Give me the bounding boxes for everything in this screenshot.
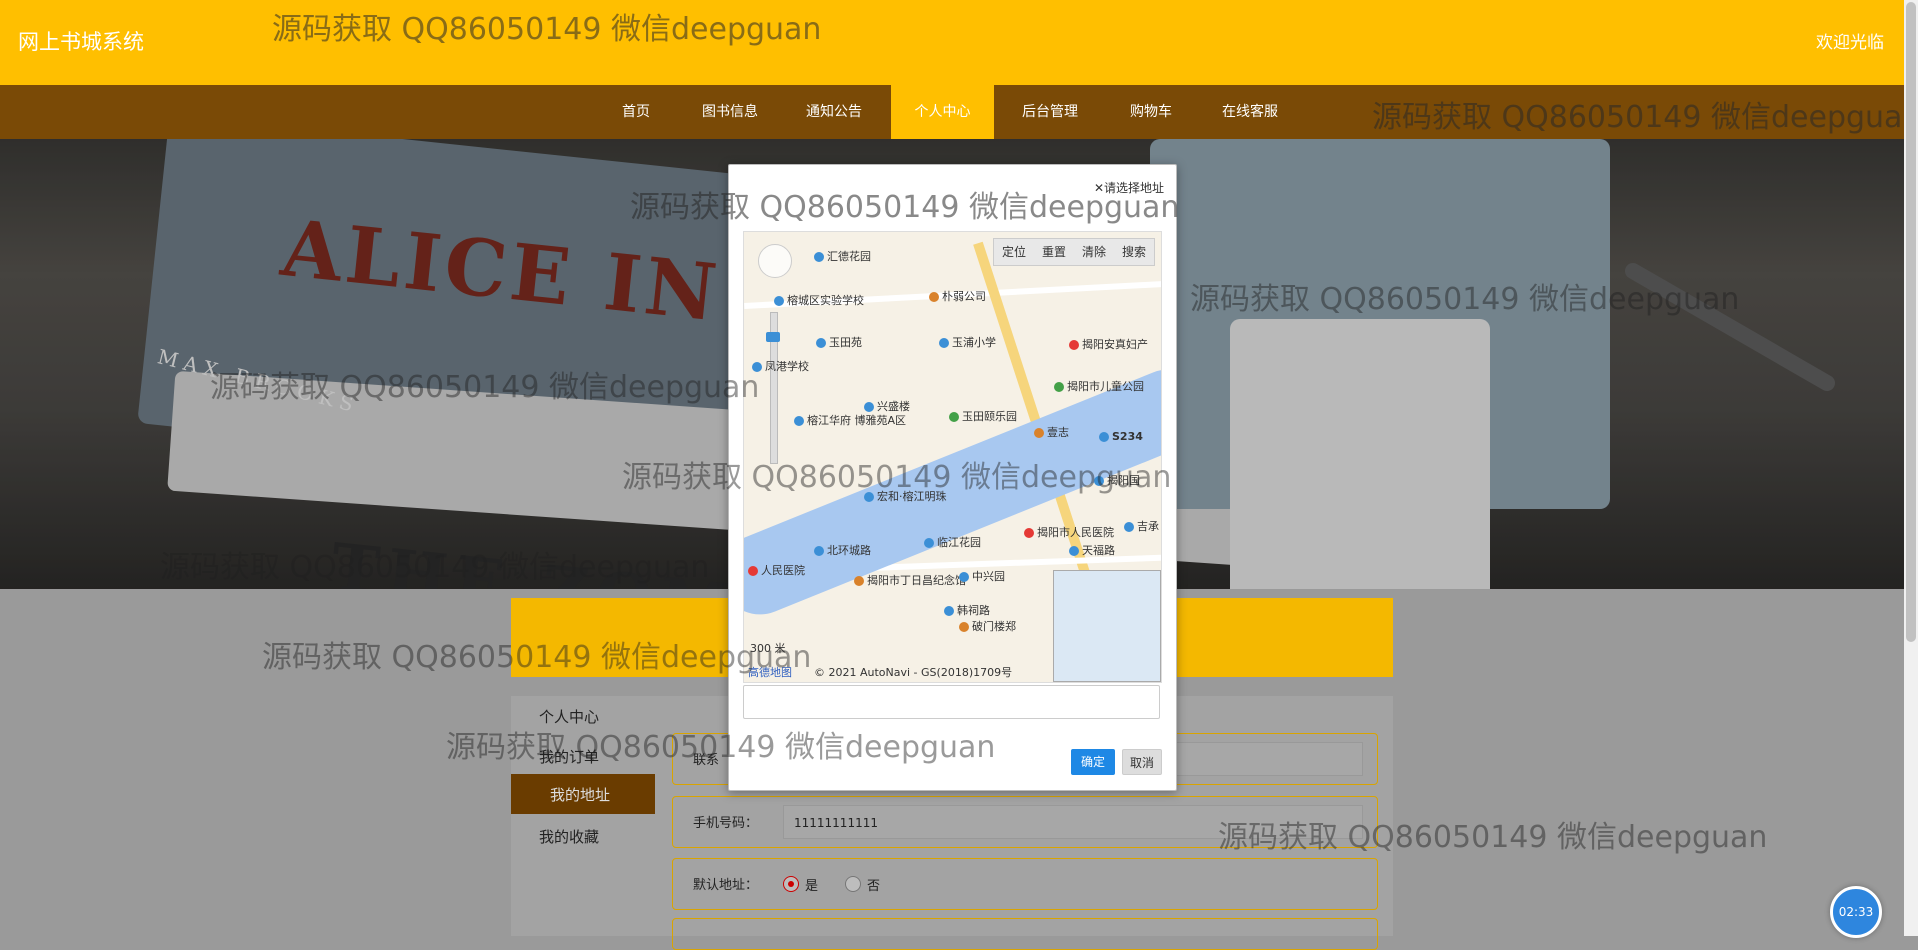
- map-poi[interactable]: 壹志: [1034, 424, 1069, 440]
- nav-personal-center[interactable]: 个人中心: [891, 85, 994, 139]
- map-poi[interactable]: 汇德花园: [814, 248, 871, 264]
- nav-home[interactable]: 首页: [606, 85, 666, 139]
- welcome-text: 欢迎光临: [1816, 33, 1884, 53]
- nav-cart[interactable]: 购物车: [1111, 85, 1191, 139]
- default-address-row: 默认地址： 是 否: [672, 858, 1378, 910]
- map-poi[interactable]: 揭阳市儿童公园: [1054, 378, 1144, 394]
- watermark: 源码获取 QQ86050149 微信deepguan: [262, 640, 812, 675]
- watermark: 源码获取 QQ86050149 微信deepguan: [1218, 820, 1768, 855]
- sidebar-item-address-label: 我的地址: [550, 786, 611, 804]
- page-scrollbar[interactable]: [1904, 0, 1918, 936]
- watermark: 源码获取 QQ86050149 微信deepguan: [630, 190, 1180, 225]
- map-toolbar: 定位 重置 清除 搜索: [992, 238, 1155, 266]
- cancel-button[interactable]: 取消: [1122, 749, 1162, 775]
- default-no-label: 否: [867, 879, 881, 894]
- map-poi[interactable]: 凤港学校: [752, 358, 809, 374]
- map-poi[interactable]: 吉承: [1124, 518, 1159, 534]
- map-reset-button[interactable]: 重置: [1034, 239, 1074, 265]
- map-search-button[interactable]: 搜索: [1114, 239, 1154, 265]
- map-poi[interactable]: 人民医院: [748, 562, 805, 578]
- scrollbar-thumb[interactable]: [1906, 2, 1916, 642]
- map-poi[interactable]: 玉浦小学: [939, 334, 996, 350]
- map-poi[interactable]: 揭阳市丁日昌纪念馆: [854, 572, 966, 588]
- confirm-button[interactable]: 确定: [1071, 749, 1115, 775]
- map-poi[interactable]: 韩祠路: [944, 602, 990, 618]
- default-yes-radio[interactable]: [783, 876, 799, 892]
- map-minimap[interactable]: [1053, 570, 1161, 682]
- map-poi[interactable]: 玉田苑: [816, 334, 862, 350]
- phone-label: 手机号码：: [693, 816, 759, 831]
- map-poi[interactable]: 玉田颐乐园: [949, 408, 1017, 424]
- nav-admin[interactable]: 后台管理: [1010, 85, 1090, 139]
- map-poi[interactable]: 朴弱公司: [929, 288, 986, 304]
- map-poi[interactable]: 榕江华府 博雅苑A区: [794, 412, 906, 428]
- map-poi[interactable]: 破门楼郑: [959, 618, 1016, 634]
- watermark: 源码获取 QQ86050149 微信deepguan: [160, 550, 710, 585]
- nav-books[interactable]: 图书信息: [690, 85, 770, 139]
- watermark: 源码获取 QQ86050149 微信deepguan: [1372, 100, 1918, 135]
- map-poi[interactable]: 揭阳市人民医院: [1024, 524, 1114, 540]
- map-road-label: S234: [1099, 430, 1143, 443]
- map-pan-control[interactable]: [758, 244, 792, 278]
- map-poi[interactable]: 临江花园: [924, 534, 981, 550]
- default-yes-label: 是: [805, 879, 819, 894]
- map-poi[interactable]: 榕城区实验学校: [774, 292, 864, 308]
- watermark: 源码获取 QQ86050149 微信deepguan: [1190, 282, 1740, 317]
- map-locate-button[interactable]: 定位: [994, 239, 1034, 265]
- address-input[interactable]: [743, 685, 1160, 719]
- sidebar-item-favorites[interactable]: 我的收藏: [539, 826, 599, 847]
- map-poi[interactable]: 中兴园: [959, 568, 1005, 584]
- map-zoom-handle[interactable]: [766, 332, 780, 342]
- map-copyright: © 2021 AutoNavi - GS(2018)1709号: [814, 666, 1013, 679]
- watermark: 源码获取 QQ86050149 微信deepguan: [622, 460, 1172, 495]
- site-brand[interactable]: 网上书城系统: [18, 26, 144, 56]
- map-clear-button[interactable]: 清除: [1074, 239, 1114, 265]
- timer-badge[interactable]: 02:33: [1830, 886, 1882, 938]
- sidebar-item-address[interactable]: 我的地址: [511, 774, 655, 814]
- nav-service[interactable]: 在线客服: [1210, 85, 1290, 139]
- map-poi[interactable]: 揭阳安真妇产: [1069, 336, 1148, 352]
- watermark: 源码获取 QQ86050149 微信deepguan: [446, 730, 996, 765]
- map-poi[interactable]: 天福路: [1069, 542, 1115, 558]
- default-no-radio[interactable]: [845, 876, 861, 892]
- nav-notice[interactable]: 通知公告: [794, 85, 874, 139]
- map-poi[interactable]: 北环城路: [814, 542, 871, 558]
- watermark: 源码获取 QQ86050149 微信deepguan: [210, 370, 760, 405]
- default-address-label: 默认地址：: [693, 878, 759, 893]
- watermark: 源码获取 QQ86050149 微信deepguan: [272, 12, 822, 47]
- address-row: [672, 918, 1378, 950]
